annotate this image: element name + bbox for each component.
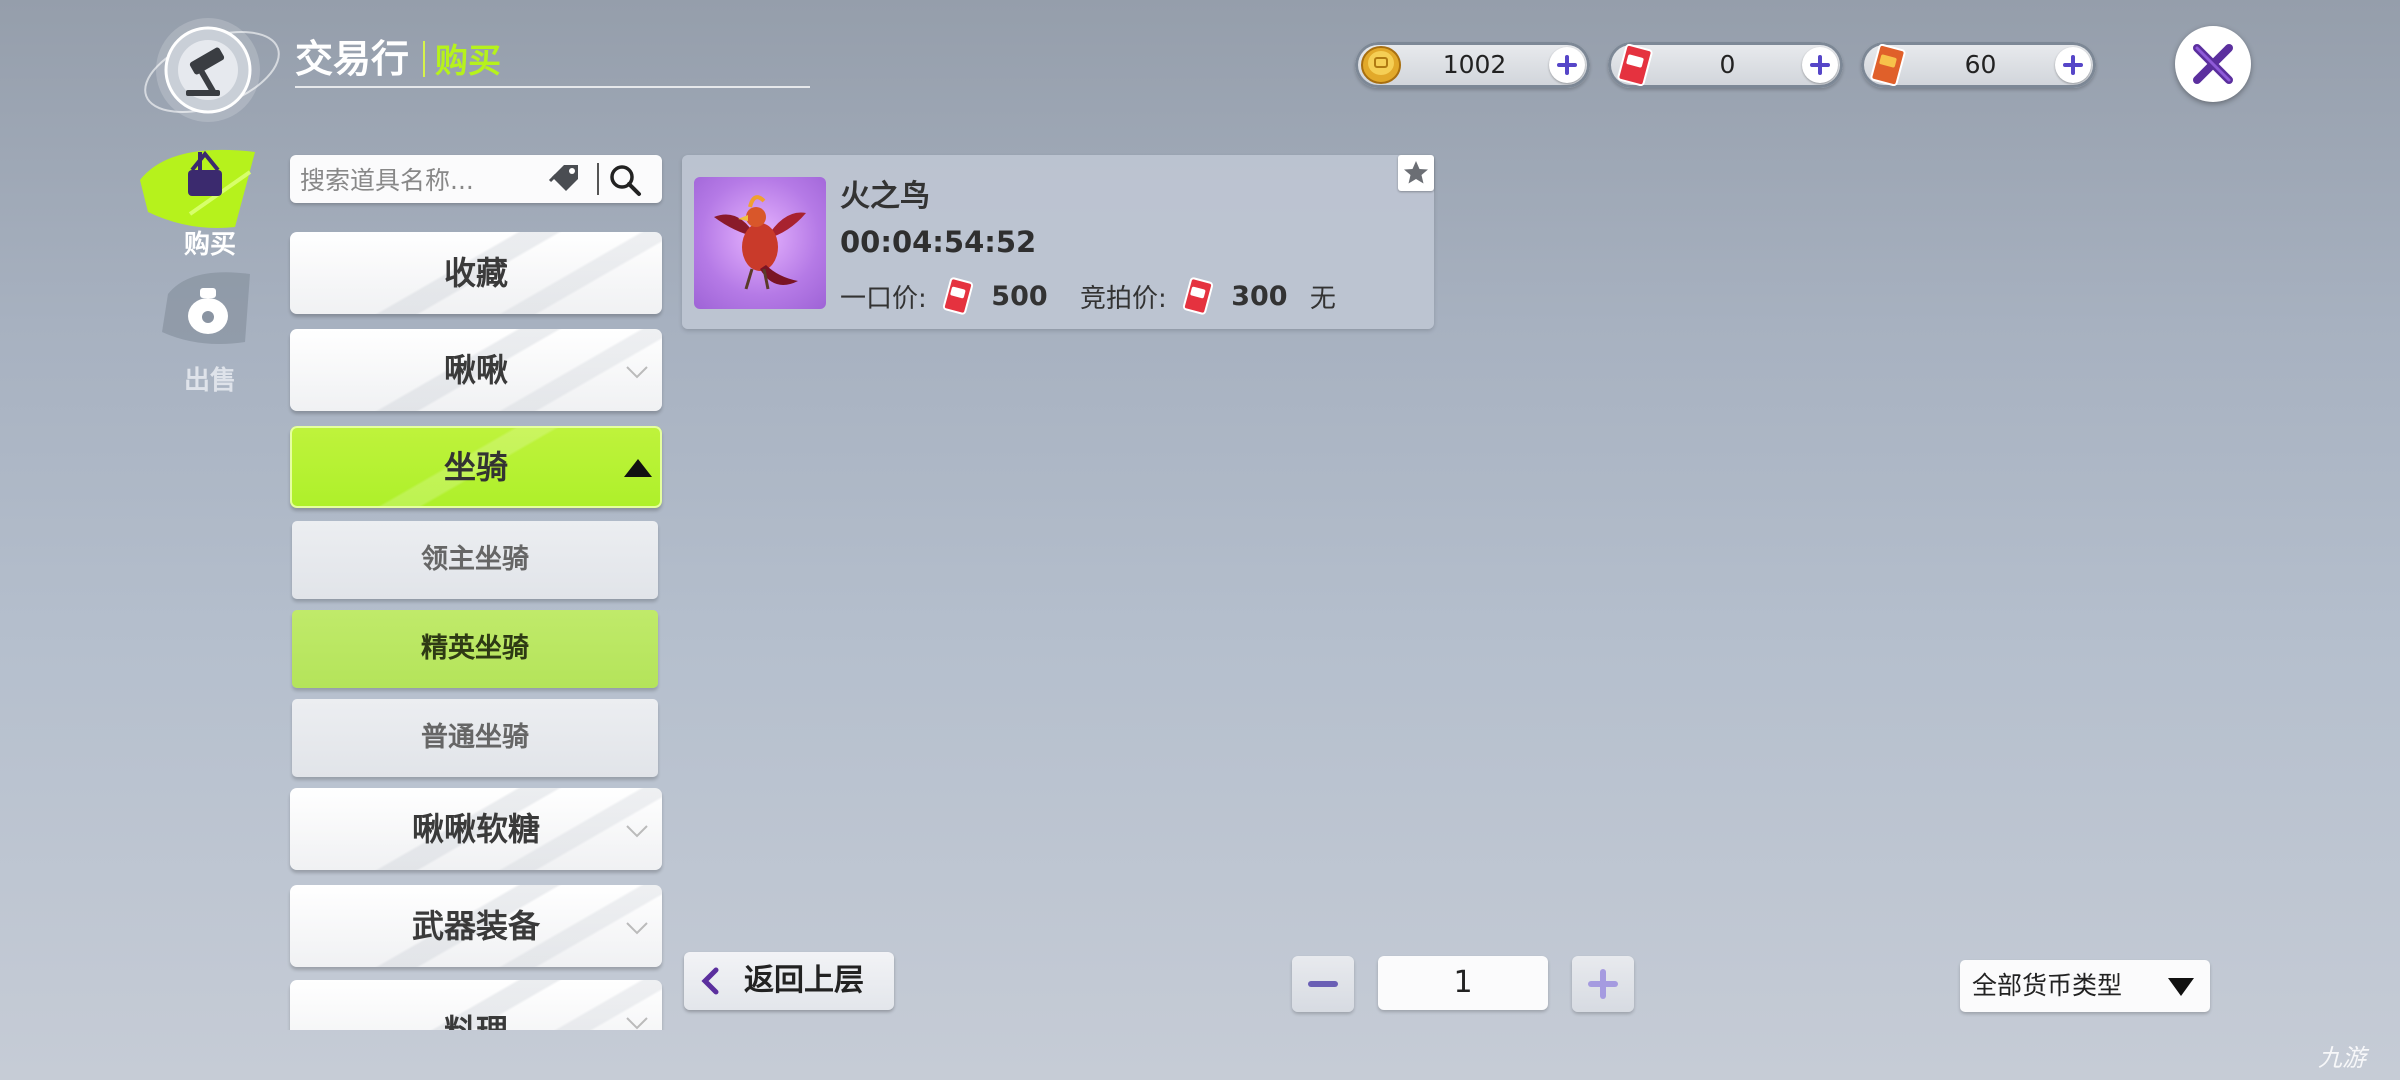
currency-type-dropdown[interactable]: 全部货币类型 <box>1960 960 2210 1012</box>
red-ticket-icon <box>942 277 974 315</box>
currency-orange-ticket: 60 <box>1861 42 2096 88</box>
tag-filter-icon[interactable] <box>548 163 582 195</box>
item-name: 火之鸟 <box>840 179 930 214</box>
header-underline <box>295 86 810 88</box>
category-favorites[interactable]: 收藏 <box>290 232 662 314</box>
add-orange-ticket-button[interactable] <box>2055 47 2091 83</box>
category-mounts[interactable]: 坐骑 <box>290 426 662 508</box>
currency-gold: 1002 <box>1355 42 1590 88</box>
category-jiujiu[interactable]: 啾啾 <box>290 329 662 411</box>
watermark-logo: 九游 <box>2318 1044 2366 1072</box>
nav-sell-tab[interactable] <box>150 264 260 364</box>
item-listing-card[interactable]: 火之鸟 00:04:54:52 一口价: 500 竞拍价: 300 无 <box>682 155 1434 329</box>
dropdown-arrow-icon <box>2168 978 2194 996</box>
currency-red-ticket: 0 <box>1608 42 1843 88</box>
nav-buy-label: 购买 <box>183 230 236 260</box>
page-next-button[interactable] <box>1572 956 1634 1012</box>
bid-value: 300 <box>1231 280 1288 312</box>
search-bar <box>290 155 662 203</box>
page-number-field[interactable]: 1 <box>1378 956 1548 1010</box>
subcategory-label: 精英坐骑 <box>421 633 529 664</box>
search-input[interactable] <box>298 161 542 199</box>
category-label: 啾啾软糖 <box>411 810 540 848</box>
nav-sell-label: 出售 <box>183 366 236 396</box>
chevron-down-icon <box>626 922 648 935</box>
minus-icon <box>1308 981 1338 987</box>
page-subtitle: 购买 <box>435 41 502 80</box>
auction-logo-icon <box>140 10 290 140</box>
plus-icon <box>1588 969 1618 999</box>
chevron-left-icon <box>701 967 719 995</box>
category-label: 收藏 <box>443 254 508 292</box>
add-gold-button[interactable] <box>1549 47 1585 83</box>
red-ticket-icon <box>1617 44 1653 86</box>
phoenix-item-image <box>694 177 826 309</box>
chevron-down-icon <box>626 1017 648 1030</box>
category-weapons[interactable]: 武器装备 <box>290 885 662 967</box>
category-label: 料理 <box>290 990 662 1030</box>
item-timer: 00:04:54:52 <box>840 225 1037 259</box>
back-label: 返回上层 <box>744 963 864 998</box>
gold-coin-icon <box>1361 46 1401 84</box>
subcategory-lord-mount[interactable]: 领主坐骑 <box>292 521 658 599</box>
bid-label: 竞拍价: <box>1079 283 1167 314</box>
collapse-arrow-icon <box>624 459 652 477</box>
subcategory-normal-mount[interactable]: 普通坐骑 <box>292 699 658 777</box>
category-label: 坐骑 <box>443 448 508 486</box>
favorite-button[interactable] <box>1398 155 1434 191</box>
close-button[interactable] <box>2175 26 2251 102</box>
buyout-value: 500 <box>991 280 1048 312</box>
page-prev-button[interactable] <box>1292 956 1354 1012</box>
category-label: 武器装备 <box>411 907 540 945</box>
close-icon <box>2193 44 2233 84</box>
page-title: 交易行 <box>295 37 410 81</box>
currency-gold-value: 1002 <box>1442 50 1507 79</box>
add-red-ticket-button[interactable] <box>1802 47 1838 83</box>
red-ticket-icon <box>1182 277 1214 315</box>
search-divider <box>597 163 599 195</box>
currency-orange-ticket-value: 60 <box>1964 50 1997 79</box>
bid-extra: 无 <box>1309 283 1336 314</box>
item-prices: 一口价: 500 竞拍价: 300 无 <box>840 277 1336 317</box>
buyout-label: 一口价: <box>840 283 927 314</box>
search-icon[interactable] <box>608 163 642 197</box>
currency-type-label: 全部货币类型 <box>1972 971 2123 1000</box>
back-button[interactable]: 返回上层 <box>684 952 894 1010</box>
orange-ticket-icon <box>1870 44 1906 86</box>
category-label: 啾啾 <box>443 351 508 389</box>
currency-red-ticket-value: 0 <box>1719 50 1736 79</box>
category-jiujiu-candy[interactable]: 啾啾软糖 <box>290 788 662 870</box>
chevron-down-icon <box>626 825 648 838</box>
star-icon <box>1404 161 1428 184</box>
subcategory-elite-mount[interactable]: 精英坐骑 <box>292 610 658 688</box>
subcategory-label: 领主坐骑 <box>421 544 529 575</box>
chevron-down-icon <box>626 366 648 379</box>
category-list[interactable]: 收藏 啾啾 坐骑 领主坐骑 精英坐骑 普通坐骑 啾啾软糖 武器装备 料理 <box>285 225 670 1030</box>
title-divider <box>423 41 426 77</box>
page-header: 交易行 购买 <box>295 28 502 81</box>
subcategory-label: 普通坐骑 <box>421 722 529 753</box>
category-cooking[interactable]: 料理 <box>290 980 662 1030</box>
